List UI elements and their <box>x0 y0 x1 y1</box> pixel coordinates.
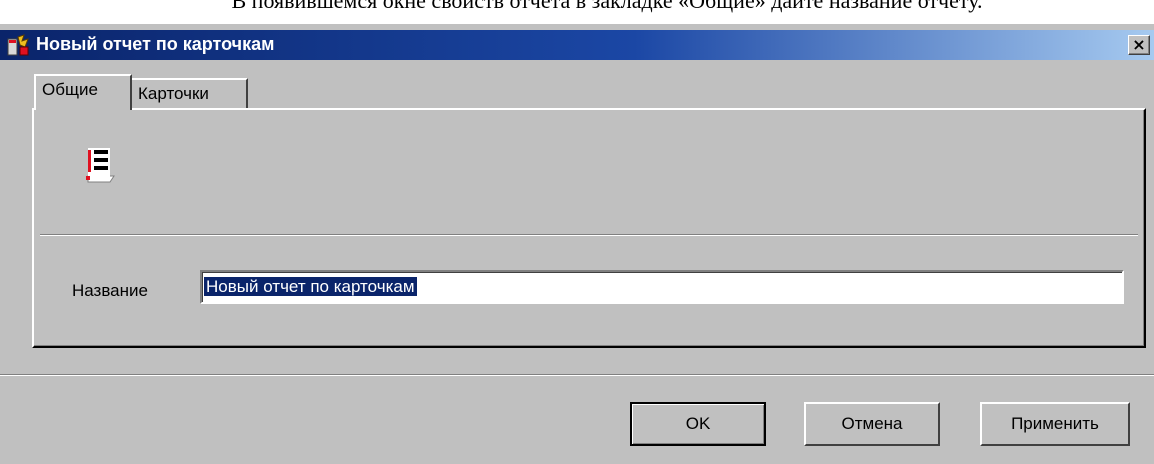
panel-divider <box>40 234 1138 236</box>
general-tab-panel: Название Новый отчет по карточкам <box>32 108 1146 348</box>
title-bar[interactable]: Новый отчет по карточкам × <box>0 30 1154 60</box>
name-input[interactable]: Новый отчет по карточкам <box>200 270 1124 304</box>
close-button[interactable]: × <box>1128 35 1150 55</box>
screenshot: В появившемся окне свойств отчета в закл… <box>0 0 1154 464</box>
name-input-value: Новый отчет по карточкам <box>204 277 417 296</box>
window-divider <box>0 374 1154 376</box>
tab-cards[interactable]: Карточки <box>132 78 248 108</box>
tab-general[interactable]: Общие <box>34 74 132 110</box>
tab-general-label: Общие <box>42 80 98 99</box>
report-wizard-icon <box>6 33 32 57</box>
report-list-icon <box>82 146 116 186</box>
close-icon: × <box>1132 35 1146 54</box>
apply-button[interactable]: Применить <box>980 402 1130 446</box>
cancel-button[interactable]: Отмена <box>804 402 940 446</box>
ok-button[interactable]: OK <box>630 402 766 446</box>
name-label: Название <box>72 281 148 300</box>
tab-cards-label: Карточки <box>138 84 209 103</box>
window-title: Новый отчет по карточкам <box>36 34 275 54</box>
properties-dialog: Новый отчет по карточкам × Карточки Общи… <box>0 24 1154 464</box>
document-caption: В появившемся окне свойств отчета в закл… <box>231 0 983 13</box>
